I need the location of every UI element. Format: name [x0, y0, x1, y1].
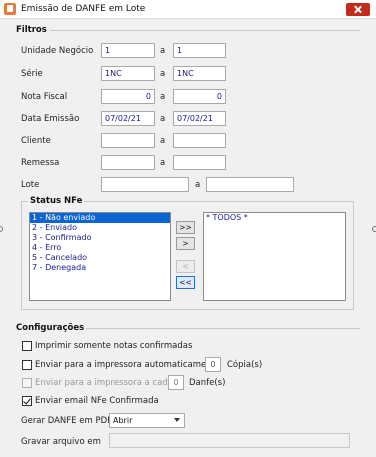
danfe-count-label: Danfe(s) — [189, 378, 226, 388]
chevron-down-icon — [174, 418, 180, 422]
add-all-button[interactable]: >> — [176, 221, 195, 234]
lote-to-input[interactable] — [206, 177, 294, 192]
nota-fiscal-from-input[interactable]: 0 — [101, 89, 155, 104]
cliente-to-input[interactable] — [173, 133, 226, 148]
config-divider — [86, 328, 360, 329]
list-item[interactable]: 7 - Denegada — [30, 263, 170, 273]
unidade-negocio-label: Unidade Negócio — [21, 46, 94, 56]
send-email-checkbox[interactable] — [22, 396, 32, 406]
resize-handle-right[interactable] — [372, 226, 376, 232]
nota-fiscal-to-input[interactable]: 0 — [173, 89, 226, 104]
send-printer-every-label: Enviar para a impressora a cada — [35, 378, 173, 388]
list-item[interactable]: * TODOS * — [204, 213, 345, 223]
remove-all-button[interactable]: << — [176, 276, 195, 289]
add-button[interactable]: > — [176, 237, 195, 250]
app-icon — [4, 3, 16, 15]
remessa-to-input[interactable] — [173, 155, 226, 170]
lote-from-input[interactable] — [101, 177, 189, 192]
cliente-from-input[interactable] — [101, 133, 155, 148]
data-emissao-label: Data Emissão — [21, 114, 80, 124]
unidade-negocio-from-input[interactable]: 1 — [101, 43, 155, 58]
data-emissao-from-input[interactable]: 07/02/21 — [101, 111, 155, 126]
danfe-window: Emissão de DANFE em Lote Filtros Unidade… — [0, 0, 376, 457]
nota-fiscal-label: Nota Fiscal — [21, 92, 68, 102]
range-a-label: a — [160, 158, 166, 168]
range-a-label: a — [160, 92, 166, 102]
generate-pdf-dropdown[interactable]: Abrir — [109, 413, 185, 428]
range-a-label: a — [195, 180, 201, 190]
close-button[interactable] — [346, 3, 370, 16]
range-a-label: a — [160, 46, 166, 56]
status-nfe-title: Status NFe — [28, 196, 85, 206]
send-email-label: Enviar email NFe Confirmada — [35, 396, 159, 406]
generate-pdf-label: Gerar DANFE em PDF — [21, 416, 113, 426]
print-confirmed-checkbox[interactable] — [22, 341, 32, 351]
config-section-title: Configurações — [16, 323, 85, 333]
remessa-from-input[interactable] — [101, 155, 155, 170]
list-item[interactable]: 3 - Confirmado — [30, 233, 170, 243]
serie-from-input[interactable]: 1NC — [101, 66, 155, 81]
lote-label: Lote — [21, 180, 40, 190]
remessa-label: Remessa — [21, 158, 60, 168]
remove-button[interactable]: < — [176, 260, 195, 273]
serie-label: Série — [21, 69, 43, 79]
danfe-count-input[interactable]: 0 — [168, 375, 184, 390]
save-file-label: Gravar arquivo em — [21, 437, 101, 447]
print-confirmed-label: Imprimir somente notas confirmadas — [35, 341, 193, 351]
list-item[interactable]: 5 - Cancelado — [30, 253, 170, 263]
resize-handle-left[interactable] — [0, 226, 3, 232]
serie-to-input[interactable]: 1NC — [173, 66, 226, 81]
available-status-list[interactable]: 1 - Não enviado 2 - Enviado 3 - Confirma… — [29, 212, 171, 301]
save-file-input[interactable] — [109, 433, 350, 448]
range-a-label: a — [160, 136, 166, 146]
send-printer-auto-label: Enviar para a impressora automaticamente — [35, 360, 221, 370]
list-item[interactable]: 1 - Não enviado — [30, 213, 170, 223]
list-item[interactable]: 4 - Erro — [30, 243, 170, 253]
list-item[interactable]: 2 - Enviado — [30, 223, 170, 233]
title-bar: Emissão de DANFE em Lote — [0, 0, 376, 19]
unidade-negocio-to-input[interactable]: 1 — [173, 43, 226, 58]
selected-status-list[interactable]: * TODOS * — [203, 212, 346, 301]
copies-label: Cópia(s) — [227, 360, 263, 370]
filters-section-title: Filtros — [16, 25, 47, 35]
window-title: Emissão de DANFE em Lote — [21, 4, 146, 14]
send-printer-auto-checkbox[interactable] — [22, 360, 32, 370]
filters-divider — [50, 30, 360, 31]
copies-input[interactable]: 0 — [205, 357, 221, 372]
range-a-label: a — [160, 114, 166, 124]
send-printer-every-checkbox[interactable] — [22, 378, 32, 388]
cliente-label: Cliente — [21, 136, 51, 146]
data-emissao-to-input[interactable]: 07/02/21 — [173, 111, 226, 126]
generate-pdf-value: Abrir — [113, 416, 133, 425]
range-a-label: a — [160, 69, 166, 79]
